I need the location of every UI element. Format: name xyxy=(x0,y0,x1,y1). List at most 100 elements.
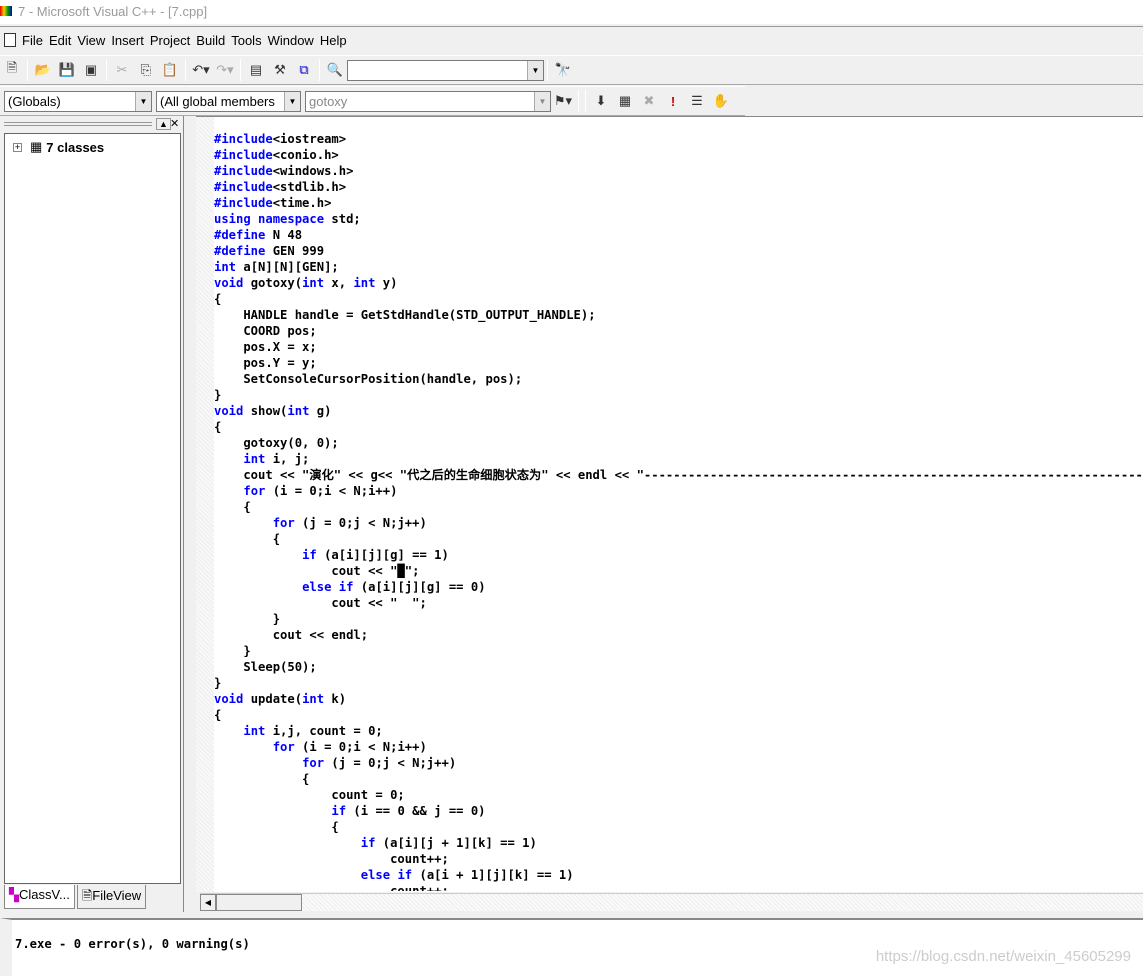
tree-item[interactable]: + ▦ 7 classes xyxy=(5,134,180,155)
compile-icon[interactable]: ⬇ xyxy=(591,91,611,111)
code-line[interactable]: { xyxy=(214,291,1143,307)
code-line[interactable]: void gotoxy(int x, int y) xyxy=(214,275,1143,291)
code-line[interactable]: using namespace std; xyxy=(214,211,1143,227)
code-line[interactable]: cout << " "; xyxy=(214,595,1143,611)
menu-help[interactable]: Help xyxy=(320,33,347,48)
save-all-icon[interactable]: ▣ xyxy=(81,60,101,80)
code-line[interactable]: { xyxy=(214,531,1143,547)
code-line[interactable]: { xyxy=(214,819,1143,835)
wizard-action-icon[interactable]: ⚑▾ xyxy=(553,91,573,111)
code-line[interactable]: HANDLE handle = GetStdHandle(STD_OUTPUT_… xyxy=(214,307,1143,323)
code-text: HANDLE handle = GetStdHandle(STD_OUTPUT_… xyxy=(214,308,596,322)
code-line[interactable]: { xyxy=(214,499,1143,515)
menu-tools[interactable]: Tools xyxy=(231,33,261,48)
code-line[interactable]: pos.X = x; xyxy=(214,339,1143,355)
code-line[interactable]: COORD pos; xyxy=(214,323,1143,339)
find-icon[interactable]: 🔭 xyxy=(553,60,573,80)
go-icon[interactable]: ☰ xyxy=(687,91,707,111)
chevron-down-icon[interactable]: ▼ xyxy=(135,91,151,111)
code-line[interactable]: #define N 48 xyxy=(214,227,1143,243)
code-line[interactable]: SetConsoleCursorPosition(handle, pos); xyxy=(214,371,1143,387)
maximize-icon[interactable]: ▲ xyxy=(156,118,171,130)
open-icon[interactable]: 📂 xyxy=(33,60,53,80)
editor-gutter[interactable] xyxy=(196,117,214,892)
cut-icon[interactable]: ✂ xyxy=(112,60,132,80)
filter-combo[interactable]: (All global members ▼ xyxy=(156,90,301,112)
stop-build-icon[interactable]: ✖ xyxy=(639,91,659,111)
code-line[interactable]: } xyxy=(214,643,1143,659)
code-line[interactable]: if (i == 0 && j == 0) xyxy=(214,803,1143,819)
code-line[interactable]: Sleep(50); xyxy=(214,659,1143,675)
code-line[interactable]: #include<iostream> xyxy=(214,131,1143,147)
breakpoint-hand-icon[interactable]: ✋ xyxy=(711,91,731,111)
code-line[interactable]: cout << "█"; xyxy=(214,563,1143,579)
tab-classview[interactable]: ▚ClassV... xyxy=(4,885,75,909)
source-code[interactable]: #include<iostream> #include<conio.h> #incl… xyxy=(214,131,1143,891)
code-line[interactable]: cout << "演化" << g<< "代之后的生命细胞状态为" << end… xyxy=(214,467,1143,483)
menu-project[interactable]: Project xyxy=(150,33,190,48)
code-line[interactable]: gotoxy(0, 0); xyxy=(214,435,1143,451)
code-line[interactable]: for (i = 0;i < N;i++) xyxy=(214,739,1143,755)
code-line[interactable]: #define GEN 999 xyxy=(214,243,1143,259)
code-line[interactable]: } xyxy=(214,611,1143,627)
code-line[interactable]: { xyxy=(214,771,1143,787)
code-line[interactable]: if (a[i][j + 1][k] == 1) xyxy=(214,835,1143,851)
code-line[interactable]: if (a[i][j][g] == 1) xyxy=(214,547,1143,563)
code-line[interactable]: #include<windows.h> xyxy=(214,163,1143,179)
undo-icon[interactable]: ↶▾ xyxy=(191,60,211,80)
scroll-left-icon[interactable]: ◀ xyxy=(200,894,216,911)
paste-icon[interactable]: 📋 xyxy=(160,60,180,80)
code-line[interactable]: } xyxy=(214,675,1143,691)
scrollbar-thumb[interactable] xyxy=(216,894,302,911)
tab-fileview[interactable]: 🗎FileView xyxy=(76,885,147,909)
menu-view[interactable]: View xyxy=(77,33,105,48)
code-line[interactable]: count = 0; xyxy=(214,787,1143,803)
code-line[interactable]: #include<conio.h> xyxy=(214,147,1143,163)
code-line[interactable]: #include<time.h> xyxy=(214,195,1143,211)
output-icon[interactable]: ⚒ xyxy=(270,60,290,80)
find-in-files-icon[interactable]: 🔍 xyxy=(325,60,345,80)
document-icon[interactable] xyxy=(4,33,16,47)
chevron-down-icon[interactable]: ▼ xyxy=(527,60,543,80)
member-combo[interactable]: gotoxy ▼ xyxy=(305,90,551,112)
code-line[interactable]: cout << endl; xyxy=(214,627,1143,643)
menu-build[interactable]: Build xyxy=(196,33,225,48)
save-icon[interactable]: 💾 xyxy=(57,60,77,80)
code-line[interactable]: count++; xyxy=(214,851,1143,867)
code-line[interactable]: int a[N][N][GEN]; xyxy=(214,259,1143,275)
code-line[interactable]: else if (a[i][j][g] == 0) xyxy=(214,579,1143,595)
code-line[interactable]: for (i = 0;i < N;i++) xyxy=(214,483,1143,499)
chevron-down-icon[interactable]: ▼ xyxy=(284,91,300,111)
menu-file[interactable]: File xyxy=(22,33,43,48)
code-line[interactable]: void show(int g) xyxy=(214,403,1143,419)
redo-icon[interactable]: ↷▾ xyxy=(215,60,235,80)
code-line[interactable]: void update(int k) xyxy=(214,691,1143,707)
menu-window[interactable]: Window xyxy=(268,33,314,48)
code-line[interactable]: pos.Y = y; xyxy=(214,355,1143,371)
execute-icon[interactable]: ! xyxy=(663,91,683,111)
code-line[interactable]: count++; xyxy=(214,883,1143,891)
build-icon[interactable]: ▦ xyxy=(615,91,635,111)
expand-icon[interactable]: + xyxy=(13,142,22,152)
code-line[interactable]: for (j = 0;j < N;j++) xyxy=(214,755,1143,771)
new-file-icon[interactable]: 🗎 xyxy=(2,60,22,80)
window-list-icon[interactable]: ⧉ xyxy=(294,60,314,80)
scope-combo[interactable]: (Globals) ▼ xyxy=(4,90,152,112)
workspace-icon[interactable]: ▤ xyxy=(246,60,266,80)
code-line[interactable]: #include<stdlib.h> xyxy=(214,179,1143,195)
code-line[interactable]: { xyxy=(214,419,1143,435)
code-line[interactable]: else if (a[i + 1][j][k] == 1) xyxy=(214,867,1143,883)
code-line[interactable]: for (j = 0;j < N;j++) xyxy=(214,515,1143,531)
horizontal-scrollbar[interactable]: ◀ xyxy=(200,893,1143,911)
close-icon[interactable]: ✕ xyxy=(170,117,179,130)
code-line[interactable]: int i,j, count = 0; xyxy=(214,723,1143,739)
find-combo[interactable]: ▼ xyxy=(347,59,544,81)
menu-edit[interactable]: Edit xyxy=(49,33,71,48)
code-line[interactable]: } xyxy=(214,387,1143,403)
chevron-down-icon[interactable]: ▼ xyxy=(534,91,550,111)
code-line[interactable]: { xyxy=(214,707,1143,723)
copy-icon[interactable]: ⎘ xyxy=(136,60,156,80)
code-line[interactable]: int i, j; xyxy=(214,451,1143,467)
panel-gripper[interactable] xyxy=(4,122,152,126)
menu-insert[interactable]: Insert xyxy=(111,33,144,48)
